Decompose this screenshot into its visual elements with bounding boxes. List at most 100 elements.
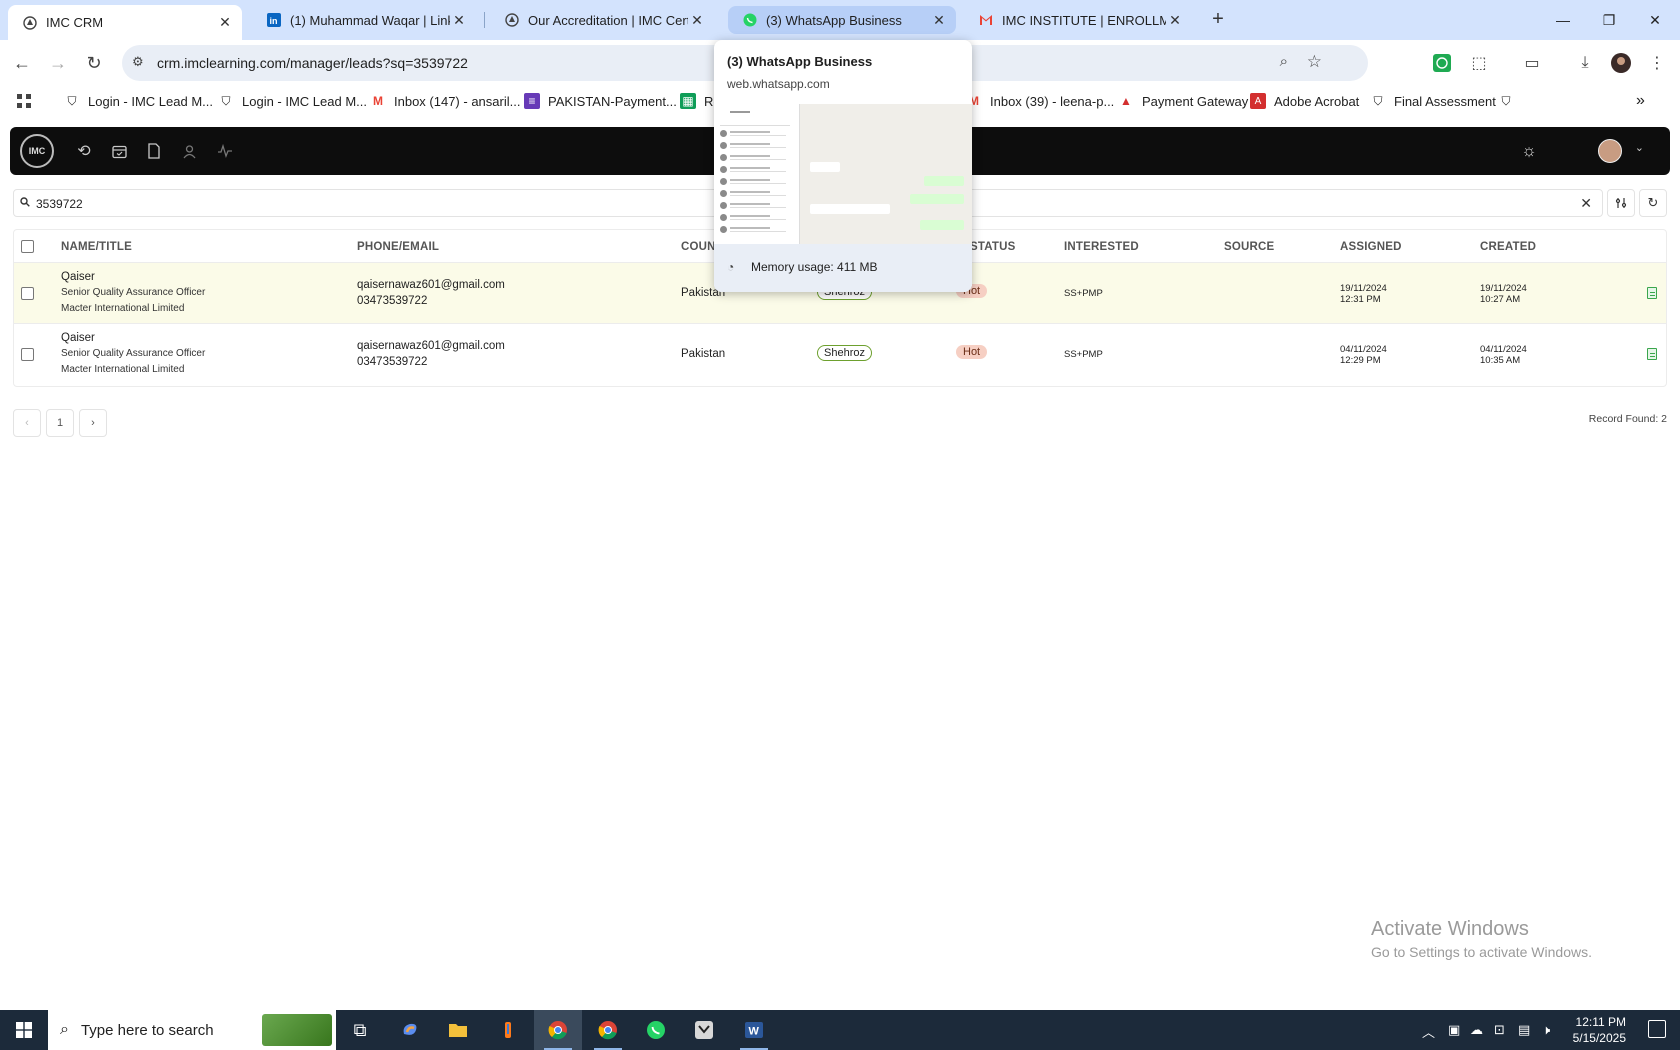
bookmark-star-icon[interactable]: ☆	[1307, 52, 1322, 72]
lead-name[interactable]: Qaiser	[61, 330, 205, 346]
table-row[interactable]: Qaiser Senior Quality Assurance Officer …	[14, 324, 1666, 385]
row-checkbox[interactable]	[21, 287, 34, 300]
paint-app-icon[interactable]	[484, 1010, 532, 1050]
lead-email[interactable]: qaisernawaz601@gmail.com	[357, 277, 505, 293]
prev-page-button[interactable]: ‹	[13, 409, 41, 437]
bookmark-item[interactable]: ⛉ Final Assessment	[1370, 91, 1495, 111]
bookmark-item[interactable]: ▲ Payment Gateway	[1118, 91, 1248, 111]
column-header-created[interactable]: CREATED	[1480, 241, 1536, 253]
column-header-phone[interactable]: PHONE/EMAIL	[357, 241, 439, 253]
url-text: crm.imclearning.com/manager/leads?sq=353…	[157, 55, 468, 71]
bookmark-item[interactable]: ⛉ Login - IMC Lead M...	[218, 91, 367, 111]
chevron-down-icon[interactable]: ⌄	[1635, 141, 1644, 154]
theme-toggle-icon[interactable]: ☼	[1518, 140, 1540, 162]
notes-document-icon[interactable]	[1647, 287, 1657, 299]
bookmark-item[interactable]: M Inbox (39) - leena-p...	[966, 91, 1114, 111]
back-button[interactable]: ←	[8, 49, 36, 77]
column-header-name[interactable]: NAME/TITLE	[61, 241, 132, 253]
menu-kebab-icon[interactable]: ⋮	[1645, 51, 1669, 75]
network-icon[interactable]: ▤	[1518, 1022, 1530, 1038]
notes-document-icon[interactable]	[1647, 348, 1657, 360]
user-avatar[interactable]	[1598, 139, 1622, 163]
tab-imc-crm[interactable]: IMC CRM ✕	[8, 5, 242, 40]
bookmark-item[interactable]: ≡ PAKISTAN-Payment...	[524, 91, 677, 111]
hovercard-url: web.whatsapp.com	[727, 77, 830, 91]
chrome-icon[interactable]	[534, 1010, 582, 1050]
reload-button[interactable]: ↻	[80, 49, 108, 77]
page-number-button[interactable]: 1	[46, 409, 74, 437]
next-page-button[interactable]: ›	[79, 409, 107, 437]
column-header-assigned[interactable]: ASSIGNED	[1340, 241, 1402, 253]
activity-icon[interactable]	[214, 140, 236, 162]
refresh-cycle-icon[interactable]: ⟲	[73, 140, 95, 162]
bookmarks-overflow-icon[interactable]: »	[1636, 91, 1645, 111]
apps-grid-icon[interactable]	[16, 91, 32, 111]
new-tab-button[interactable]: +	[1206, 8, 1230, 32]
lead-assigned: 04/11/2024 12:29 PM	[1340, 344, 1387, 366]
profile-avatar[interactable]	[1609, 51, 1633, 75]
lead-email[interactable]: qaisernawaz601@gmail.com	[357, 338, 505, 354]
chrome-profile-icon[interactable]	[584, 1010, 632, 1050]
onedrive-cloud-icon[interactable]: ☁	[1470, 1022, 1483, 1038]
speaker-muted-icon[interactable]: 🕨	[1542, 1022, 1550, 1038]
file-explorer-icon[interactable]	[434, 1010, 482, 1050]
column-header-status[interactable]: STATUS	[970, 241, 1016, 253]
close-icon[interactable]: ✕	[450, 11, 468, 29]
reload-leads-button[interactable]: ↻	[1639, 189, 1667, 217]
tab-enrollment[interactable]: IMC INSTITUTE | ENROLLMENT ✕	[964, 6, 1192, 34]
close-icon[interactable]: ✕	[930, 11, 948, 29]
taskbar-clock[interactable]: 12:11 PM 5/15/2025	[1573, 1014, 1626, 1046]
close-icon[interactable]: ✕	[216, 14, 234, 32]
word-icon[interactable]: W	[730, 1010, 778, 1050]
window-close-button[interactable]: ✕	[1632, 0, 1678, 40]
zoom-icon[interactable]: ⌕	[1280, 53, 1288, 70]
clear-search-icon[interactable]: ✕	[1580, 195, 1592, 212]
select-all-checkbox[interactable]	[21, 240, 34, 253]
status-badge[interactable]: Hot	[956, 345, 988, 359]
calendar-icon[interactable]	[108, 140, 130, 162]
copilot-icon[interactable]	[386, 1010, 434, 1050]
task-view-icon[interactable]: ⧉	[336, 1010, 384, 1050]
imc-logo[interactable]: IMC	[20, 134, 54, 168]
lead-name[interactable]: Qaiser	[61, 269, 205, 285]
imc-icon: ⛉	[221, 93, 231, 108]
document-icon[interactable]	[143, 140, 165, 162]
user-icon[interactable]	[178, 140, 200, 162]
taskbar-search-box[interactable]: ⌕ Type here to search	[48, 1010, 336, 1050]
tab-whatsapp[interactable]: (3) WhatsApp Business ✕	[728, 6, 956, 34]
search-icon	[20, 196, 30, 210]
lead-phone[interactable]: 03473539722	[357, 293, 505, 309]
whatsapp-app-icon[interactable]	[632, 1010, 680, 1050]
close-icon[interactable]: ✕	[688, 11, 706, 29]
linkedin-icon: in	[266, 12, 282, 28]
column-header-source[interactable]: SOURCE	[1224, 241, 1274, 253]
forward-button[interactable]: →	[44, 49, 72, 77]
clock-app-icon[interactable]	[680, 1010, 728, 1050]
restore-button[interactable]: ❐	[1586, 0, 1632, 40]
notifications-icon[interactable]	[1648, 1020, 1666, 1038]
minimize-button[interactable]: —	[1540, 0, 1586, 40]
tab-accreditation[interactable]: Our Accreditation | IMC Certification ✕	[490, 6, 714, 34]
tray-overflow-chevron-icon[interactable]: ︿	[1422, 1022, 1435, 1041]
assignee-badge[interactable]: Shehroz	[817, 345, 872, 361]
filter-settings-button[interactable]	[1607, 189, 1635, 217]
whatsapp-extension-icon[interactable]	[1430, 51, 1454, 75]
bookmark-item[interactable]: A Adobe Acrobat	[1250, 91, 1359, 111]
bookmark-item[interactable]: ⛉ Login - IMC Lead M...	[64, 91, 213, 111]
lead-phone[interactable]: 03473539722	[357, 354, 505, 370]
tab-linkedin[interactable]: in (1) Muhammad Waqar | LinkedIn ✕	[252, 6, 476, 34]
bookmark-imc-icon[interactable]: ⛉	[1498, 91, 1522, 111]
bookmark-item[interactable]: M Inbox (147) - ansaril...	[370, 91, 520, 111]
download-icon[interactable]: ⤓	[1573, 51, 1597, 75]
close-icon[interactable]: ✕	[1166, 11, 1184, 29]
site-info-icon[interactable]: ⚙	[132, 54, 150, 72]
extensions-icon[interactable]: ⬚	[1467, 51, 1491, 75]
search-icon: ⌕	[60, 1021, 69, 1038]
tray-app-icon[interactable]: ⊡	[1494, 1022, 1505, 1038]
windows-start-icon[interactable]	[0, 1010, 48, 1050]
column-header-interested[interactable]: INTERESTED	[1064, 241, 1139, 253]
row-checkbox[interactable]	[21, 348, 34, 361]
meet-now-icon[interactable]: ▣	[1448, 1022, 1460, 1038]
lead-country: Pakistan	[681, 348, 726, 360]
media-icon[interactable]: ▭	[1520, 51, 1544, 75]
